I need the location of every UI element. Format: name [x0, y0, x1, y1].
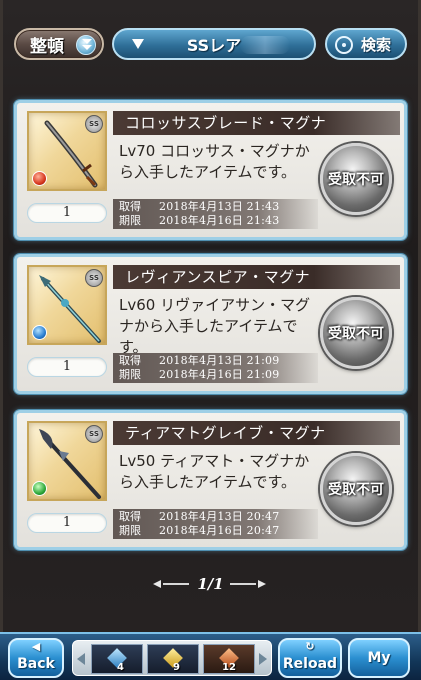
acquired-label: 取得 — [119, 354, 141, 367]
wind-element-icon — [32, 481, 47, 496]
search-label: 検索 — [361, 35, 392, 54]
quick-item-slot[interactable]: 9 — [147, 644, 199, 674]
filter-sheen-decoration — [240, 36, 290, 54]
back-button[interactable]: ◀ Back — [8, 638, 64, 678]
receive-button[interactable]: 受取不可 — [320, 297, 392, 369]
page-indicator: 1/1 — [197, 575, 224, 593]
search-button[interactable]: 検索 — [325, 28, 407, 60]
item-description: Lv50 ティアマト・マグナから入手したアイテムです。 — [119, 452, 310, 491]
next-page-icon[interactable] — [258, 580, 266, 588]
item-thumbnail[interactable]: SS — [27, 111, 107, 191]
quick-scroll-left-icon[interactable] — [77, 653, 85, 665]
expires-date: 2018年4月16日 21:43 — [159, 214, 280, 227]
footer-nav: ◀ Back 4 9 12 ↻ Reload My page — [0, 632, 421, 680]
item-dates: 取得 2018年4月13日 21:43 期限 2018年4月16日 21:43 — [113, 199, 318, 229]
reload-button[interactable]: ↻ Reload — [278, 638, 342, 678]
item-name: レヴィアンスピア・マグナ — [113, 265, 400, 289]
item-thumbnail[interactable]: SS — [27, 265, 107, 345]
rarity-filter-select[interactable]: SSレア — [112, 28, 316, 60]
rarity-badge: SS — [85, 115, 103, 133]
item-name: ティアマトグレイブ・マグナ — [113, 421, 400, 445]
quick-item-bar: 4 9 12 — [72, 640, 272, 676]
quick-item-slot[interactable]: 12 — [203, 644, 255, 674]
pagination: 1/1 — [0, 572, 421, 596]
acquired-label: 取得 — [119, 510, 141, 523]
item-quantity: 1 — [27, 203, 107, 223]
item-quantity: 1 — [27, 357, 107, 377]
mypage-label: My page — [367, 650, 391, 666]
back-label: Back — [17, 656, 55, 672]
item-quantity: 1 — [27, 513, 107, 533]
list-item: ティアマトグレイブ・マグナ SS Lv50 ティアマト・マグナから入手したアイテ… — [14, 410, 407, 550]
expires-label: 期限 — [119, 524, 141, 537]
rarity-badge: SS — [85, 269, 103, 287]
reload-icon: ↻ — [305, 640, 315, 653]
sort-label: 整頓 — [30, 36, 64, 57]
item-name: コロッサスブレード・マグナ — [113, 111, 400, 135]
acquired-date: 2018年4月13日 21:43 — [159, 200, 280, 213]
present-item-list: コロッサスブレード・マグナ SS Lv70 コロッサス・マグナから入手したアイテ… — [14, 100, 407, 564]
quick-item-count: 12 — [222, 662, 236, 673]
list-item: レヴィアンスピア・マグナ SS Lv60 リヴァイアサン・マグナから入手したアイ… — [14, 254, 407, 394]
mypage-button[interactable]: My page — [348, 638, 410, 678]
item-description: Lv70 コロッサス・マグナから入手したアイテムです。 — [119, 142, 310, 181]
expires-label: 期限 — [119, 368, 141, 381]
previous-page-icon[interactable] — [153, 580, 161, 588]
expires-date: 2018年4月16日 21:09 — [159, 368, 280, 381]
rarity-filter-value: SSレア — [186, 36, 242, 55]
reload-label: Reload — [282, 656, 338, 672]
search-icon — [335, 36, 353, 54]
sort-button[interactable]: 整頓 — [14, 28, 104, 60]
item-thumbnail[interactable]: SS — [27, 421, 107, 501]
rarity-badge: SS — [85, 425, 103, 443]
acquired-date: 2018年4月13日 20:47 — [159, 510, 280, 523]
pager-divider — [230, 583, 256, 585]
item-dates: 取得 2018年4月13日 20:47 期限 2018年4月16日 20:47 — [113, 509, 318, 539]
acquired-date: 2018年4月13日 21:09 — [159, 354, 280, 367]
water-element-icon — [32, 325, 47, 340]
expires-label: 期限 — [119, 214, 141, 227]
item-description: Lv60 リヴァイアサン・マグナから入手したアイテムです。 — [119, 296, 311, 356]
quick-item-slot[interactable]: 4 — [91, 644, 143, 674]
back-arrow-icon: ◀ — [31, 640, 41, 653]
sort-chevron-icon — [76, 35, 96, 55]
receive-button[interactable]: 受取不可 — [320, 453, 392, 525]
pager-divider — [163, 583, 189, 585]
receive-button[interactable]: 受取不可 — [320, 143, 392, 215]
acquired-label: 取得 — [119, 200, 141, 213]
quick-scroll-right-icon[interactable] — [259, 653, 267, 665]
dropdown-arrow-icon — [132, 39, 144, 49]
expires-date: 2018年4月16日 20:47 — [159, 524, 280, 537]
toolbar: 整頓 SSレア 検索 — [12, 28, 409, 62]
fire-element-icon — [32, 171, 47, 186]
item-dates: 取得 2018年4月13日 21:09 期限 2018年4月16日 21:09 — [113, 353, 318, 383]
quick-item-count: 4 — [117, 662, 124, 673]
quick-item-count: 9 — [173, 662, 180, 673]
list-item: コロッサスブレード・マグナ SS Lv70 コロッサス・マグナから入手したアイテ… — [14, 100, 407, 240]
